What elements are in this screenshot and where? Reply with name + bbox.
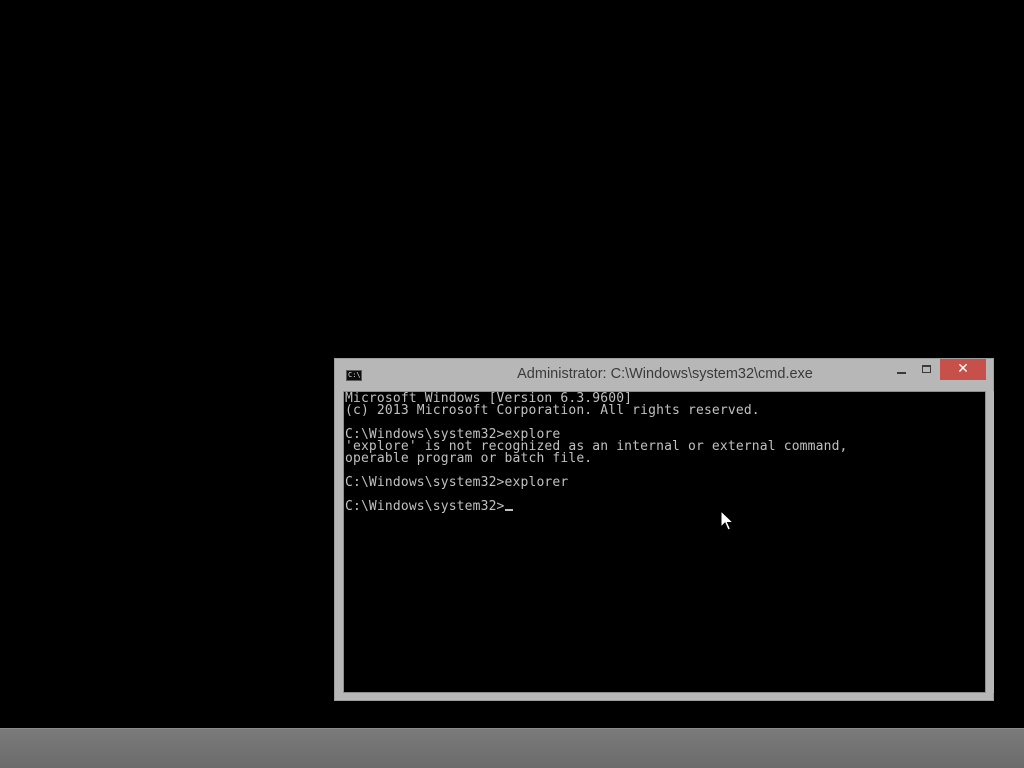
console-line: (c) 2013 Microsoft Corporation. All righ… — [345, 403, 760, 418]
minimize-button[interactable] — [888, 359, 914, 380]
cmd-window[interactable]: C:\ Administrator: C:\Windows\system32\c… — [334, 358, 994, 701]
console-line: C:\Windows\system32>explorer — [345, 475, 569, 490]
console-output[interactable]: Microsoft Windows [Version 6.3.9600] (c)… — [343, 391, 986, 693]
console-prompt: C:\Windows\system32> — [345, 499, 505, 514]
text-cursor — [504, 509, 513, 511]
window-border-right — [986, 391, 994, 693]
console-prompt-line[interactable]: C:\Windows\system32> — [345, 499, 848, 514]
title-bar[interactable]: C:\ Administrator: C:\Windows\system32\c… — [335, 359, 993, 391]
console-lines: Microsoft Windows [Version 6.3.9600] (c)… — [345, 392, 848, 514]
minimize-icon — [897, 372, 906, 374]
taskbar[interactable] — [0, 728, 1024, 768]
mouse-pointer-icon — [720, 510, 734, 531]
close-icon: ✕ — [957, 361, 969, 377]
maximize-button[interactable] — [914, 359, 940, 380]
close-button[interactable]: ✕ — [940, 359, 986, 380]
console-line: operable program or batch file. — [345, 451, 593, 466]
maximize-icon — [922, 365, 931, 373]
